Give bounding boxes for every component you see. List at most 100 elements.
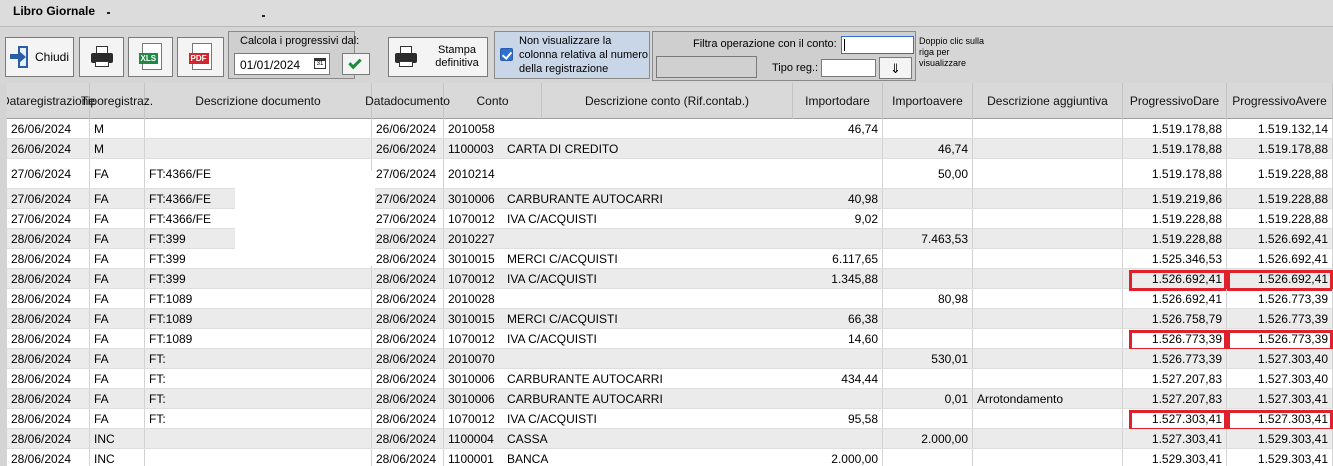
cell-registration-date: 28/06/2024 [7,429,90,448]
cell-account-description: CARBURANTE AUTOCARRI [507,191,663,206]
filter-account-description [656,56,757,78]
cell-amount-debit: 14,60 [793,329,883,348]
print-final-icon [394,46,418,68]
cell-account-description [503,229,793,248]
progressive-date-input[interactable]: 01/01/2024 31 [234,53,330,75]
cell-progressive-credit: 1.529.303,41 [1227,429,1333,448]
column-header[interactable]: Progressivo Avere [1227,83,1333,119]
table-row[interactable]: 28/06/2024 FA FT:1089 28/06/2024 2010028 80,9… [7,289,1333,309]
cell-account-description: BANCA [507,451,549,466]
close-button[interactable]: Chiudi [5,37,74,77]
cell-amount-credit [883,409,973,428]
cell-amount-credit: 7.463,53 [883,229,973,248]
cell-registration-date: 28/06/2024 [7,309,90,328]
cell-document-description [145,449,372,466]
calendar-icon[interactable]: 31 [314,58,326,69]
cell-registration-type: FA [90,249,145,268]
cell-registration-date: 28/06/2024 [7,369,90,388]
cell-amount-debit [793,349,883,368]
cell-additional-description [973,409,1123,428]
table-row[interactable]: 27/06/2024 FA FT:4366/FE 27/06/2024 3010006 C… [7,189,1333,209]
cell-amount-debit [793,139,883,158]
table-row[interactable]: 27/06/2024 FA FT:4366/FE 27/06/2024 2010214 5… [7,159,1333,189]
cell-document-date: 28/06/2024 [372,369,444,388]
hide-column-checkbox[interactable] [500,48,513,61]
table-row[interactable]: 28/06/2024 FA FT:399 28/06/2024 2010227 7.463… [7,229,1333,249]
column-header[interactable]: Data documento [365,83,450,119]
column-header[interactable]: Descrizione conto (Rif.contab.) [542,83,793,119]
cell-progressive-debit: 1.529.303,41 [1123,449,1227,466]
cell-progressive-debit: 1.519.178,88 [1123,159,1227,188]
cell-registration-type: FA [90,389,145,408]
cell-document-date: 28/06/2024 [372,249,444,268]
type-reg-input[interactable] [821,59,876,77]
cell-account-description: IVA C/ACQUISTI [507,211,597,226]
column-header[interactable]: Tipo registraz. [81,83,153,119]
hide-column-option[interactable]: Non visualizzare la colonna relativa al n… [494,31,650,79]
cell-registration-date: 26/06/2024 [7,119,90,138]
confirm-progressive-button[interactable] [342,53,370,75]
cell-amount-debit [793,229,883,248]
column-header[interactable]: Importo avere [883,83,973,119]
filter-account-input[interactable] [841,36,914,54]
cell-registration-date: 28/06/2024 [7,349,90,368]
table-row[interactable]: 28/06/2024 FA FT: 28/06/2024 2010070 530,01 1.… [7,349,1333,369]
cell-account: 2010227 [448,231,495,246]
excel-icon: XLS [138,43,163,71]
table-row[interactable]: 27/06/2024 FA FT:4366/FE 27/06/2024 1070012 I… [7,209,1333,229]
cell-amount-credit: 80,98 [883,289,973,308]
cell-account: 2010028 [448,291,495,306]
cell-additional-description [973,349,1123,368]
column-header[interactable]: Dataregistrazione [7,83,95,119]
export-pdf-button[interactable]: PDF [177,37,224,77]
printer-icon [90,46,114,68]
table-row[interactable]: 26/06/2024 M 26/06/2024 2010058 46,74 1.519.1… [7,119,1333,139]
cell-additional-description [973,369,1123,388]
cell-progressive-debit: 1.526.773,39 [1123,349,1227,368]
table-row[interactable]: 28/06/2024 INC 28/06/2024 1100001 BANCA 2.000… [7,449,1333,466]
cell-additional-description [973,329,1123,348]
export-excel-button[interactable]: XLS [128,37,173,77]
cell-document-date: 27/06/2024 [372,189,444,208]
cell-progressive-debit: 1.519.178,88 [1123,119,1227,138]
cell-amount-credit [883,369,973,388]
cell-progressive-credit: 1.519.228,88 [1227,189,1333,208]
cell-registration-type: FA [90,329,145,348]
column-header[interactable]: Conto [444,83,542,119]
cell-amount-debit: 6.117,65 [793,249,883,268]
table-row[interactable]: 28/06/2024 FA FT:1089 28/06/2024 3010015 MERC… [7,309,1333,329]
column-header[interactable]: Importo dare [793,83,883,119]
cell-document-date: 28/06/2024 [372,389,444,408]
column-header[interactable]: Descrizione aggiuntiva [973,83,1123,119]
table-row[interactable]: 28/06/2024 INC 28/06/2024 1100004 CASSA 2.000… [7,429,1333,449]
filter-label: Filtra operazione con il conto: [693,38,837,50]
cell-account-description [503,119,793,138]
table-row[interactable]: 28/06/2024 FA FT: 28/06/2024 3010006 CARBURAN… [7,389,1333,409]
table-row[interactable]: 28/06/2024 FA FT: 28/06/2024 3010006 CARBURAN… [7,369,1333,389]
cell-registration-type: FA [90,229,145,248]
print-button[interactable] [79,37,124,77]
apply-filter-button[interactable]: ⇓ [879,57,912,79]
column-header[interactable]: Descrizione documento [145,83,372,119]
cell-progressive-credit: 1.526.773,39 [1227,289,1333,308]
cell-registration-date: 28/06/2024 [7,269,90,288]
cell-document-date: 28/06/2024 [372,409,444,428]
filter-icon: ⇓ [890,60,901,76]
cell-account: 3010015 [448,311,495,326]
cell-progressive-debit: 1.526.692,41 [1123,289,1227,308]
table-row[interactable]: 28/06/2024 FA FT:399 28/06/2024 3010015 MERCI… [7,249,1333,269]
cell-document-date: 26/06/2024 [372,119,444,138]
cell-document-description: FT:1089 [145,309,372,328]
table-row[interactable]: 26/06/2024 M 26/06/2024 1100003 CARTA DI CRE… [7,139,1333,159]
cell-additional-description [973,139,1123,158]
cell-document-date: 27/06/2024 [372,209,444,228]
column-header[interactable]: Progressivo Dare [1123,83,1227,119]
highlight-box [1227,410,1333,431]
cell-account-description [503,289,793,308]
cell-amount-credit: 0,01 [883,389,973,408]
final-print-button[interactable]: Stampa definitiva [388,37,488,77]
cell-registration-date: 28/06/2024 [7,249,90,268]
cell-progressive-credit: 1.526.692,41 [1227,229,1333,248]
cell-document-description [145,139,372,158]
cell-document-description: FT: [145,409,372,428]
